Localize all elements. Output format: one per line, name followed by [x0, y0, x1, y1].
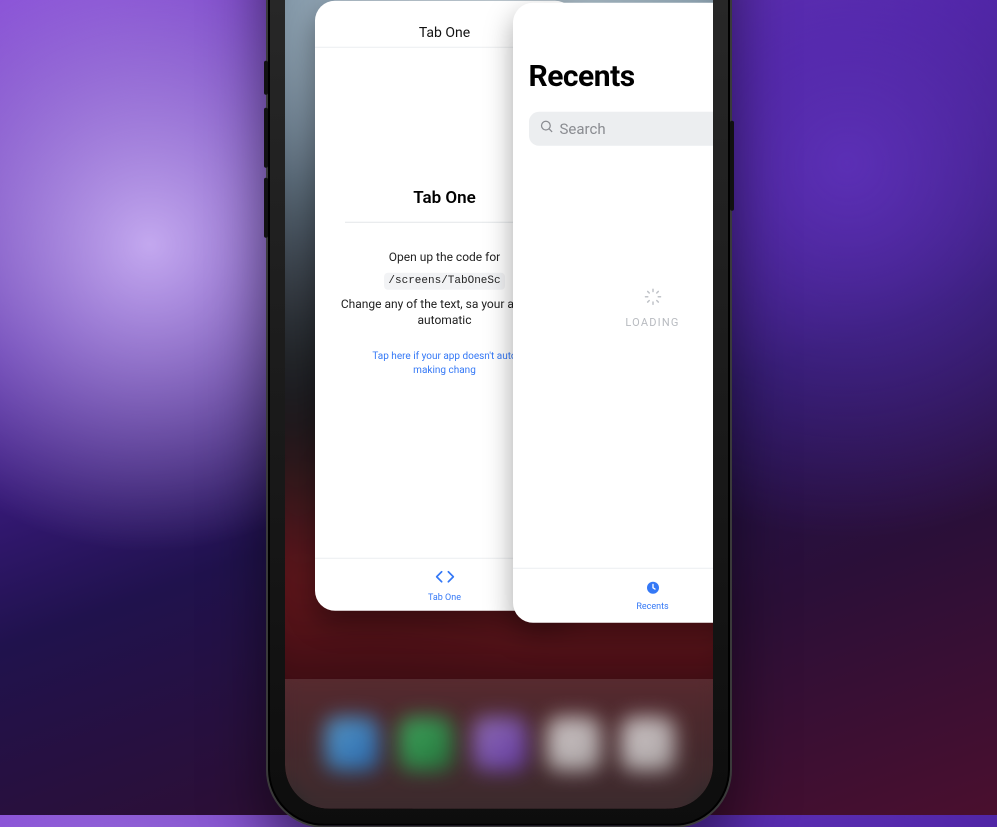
iphone-frame: Expo Go Tab One Tab One Open up the code… [266, 0, 732, 827]
expo-code-path: /screens/TabOneSc [384, 272, 504, 289]
clock-icon [645, 579, 661, 598]
files-tab-label: Recents [636, 601, 668, 611]
files-tab-recents[interactable]: Recents [636, 568, 668, 622]
expo-tab-one[interactable]: Tab One [428, 558, 461, 610]
spinner-icon [644, 287, 662, 305]
files-loading-indicator: LOADING [513, 287, 713, 328]
volume-down-button[interactable] [264, 177, 268, 237]
switcher-card-files[interactable]: Recents Search [513, 2, 713, 622]
search-icon [539, 119, 554, 138]
volume-up-button[interactable] [264, 107, 268, 167]
expo-tab-label: Tab One [428, 592, 461, 602]
phone-screen: Expo Go Tab One Tab One Open up the code… [285, 0, 713, 808]
files-tab-bar: Recents [513, 567, 713, 622]
side-power-button[interactable] [730, 120, 734, 210]
files-loading-label: LOADING [625, 315, 679, 328]
files-search-placeholder: Search [560, 119, 606, 137]
files-search-field[interactable]: Search [529, 111, 713, 145]
code-icon [435, 566, 455, 589]
mute-switch[interactable] [264, 60, 268, 94]
files-heading: Recents [529, 58, 713, 93]
app-switcher[interactable]: Expo Go Tab One Tab One Open up the code… [285, 0, 713, 808]
expo-nav-title: Tab One [419, 24, 470, 40]
